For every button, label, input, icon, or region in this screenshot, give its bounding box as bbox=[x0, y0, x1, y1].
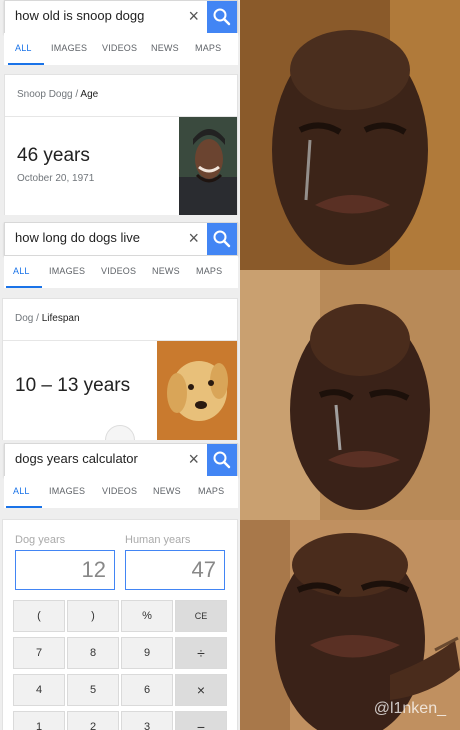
clear-icon[interactable]: × bbox=[188, 228, 199, 248]
search-panels-column: how old is snoop dogg × ALL IMAGES VIDEO… bbox=[0, 0, 240, 730]
dog-years-field[interactable]: 12 bbox=[15, 550, 115, 590]
search-button[interactable] bbox=[207, 223, 237, 255]
breadcrumb-subject[interactable]: Snoop Dogg bbox=[17, 89, 73, 100]
search-button[interactable] bbox=[207, 1, 237, 33]
tab-images[interactable]: IMAGES bbox=[49, 266, 85, 276]
key-7[interactable]: 7 bbox=[13, 637, 65, 669]
tab-news[interactable]: NEWS bbox=[151, 43, 179, 53]
key-3[interactable]: 3 bbox=[121, 711, 173, 730]
key-percent[interactable]: % bbox=[121, 600, 173, 632]
tab-maps[interactable]: MAPS bbox=[196, 266, 222, 276]
crying-man-photo-1 bbox=[240, 0, 460, 270]
clear-icon[interactable]: × bbox=[188, 6, 199, 26]
reaction-photos-column: @l1nken_ bbox=[240, 0, 460, 730]
search-input[interactable]: how long do dogs live bbox=[15, 230, 140, 245]
watermark: @l1nken_ bbox=[373, 700, 446, 717]
dog-years-label: Dog years bbox=[15, 534, 66, 546]
key-multiply[interactable]: × bbox=[175, 674, 227, 706]
key-clear-entry[interactable]: CE bbox=[175, 600, 227, 632]
key-9[interactable]: 9 bbox=[121, 637, 173, 669]
tab-images[interactable]: IMAGES bbox=[51, 43, 87, 53]
tab-all[interactable]: ALL bbox=[13, 486, 30, 496]
answer-value: 46 years bbox=[17, 145, 90, 166]
result-tabs: ALL IMAGES VIDEOS NEWS MAPS bbox=[4, 256, 238, 288]
breadcrumb: Dog / Lifespan bbox=[15, 313, 80, 324]
key-2[interactable]: 2 bbox=[67, 711, 119, 730]
tab-news[interactable]: NEWS bbox=[153, 486, 181, 496]
golden-retriever-photo[interactable] bbox=[157, 341, 237, 440]
search-button[interactable] bbox=[207, 444, 237, 476]
breadcrumb: Snoop Dogg / Age bbox=[17, 89, 99, 100]
human-years-field[interactable]: 47 bbox=[125, 550, 225, 590]
breadcrumb-attribute: Age bbox=[80, 89, 99, 100]
search-icon bbox=[213, 8, 231, 26]
crying-man-photo-3 bbox=[240, 520, 460, 730]
dog-years-value: 12 bbox=[81, 557, 106, 582]
answer-card: Dog / Lifespan 10 – 13 years bbox=[2, 298, 238, 440]
active-tab-indicator bbox=[6, 286, 42, 288]
panel-dog-years-calculator: dogs years calculator × ALL IMAGES VIDEO… bbox=[0, 443, 240, 730]
key-close-paren[interactable]: ) bbox=[67, 600, 119, 632]
tab-maps[interactable]: MAPS bbox=[195, 43, 221, 53]
crying-man-photo-2 bbox=[240, 270, 460, 520]
tab-all[interactable]: ALL bbox=[13, 266, 30, 276]
key-1[interactable]: 1 bbox=[13, 711, 65, 730]
search-bar[interactable]: how old is snoop dogg × bbox=[4, 0, 238, 34]
key-6[interactable]: 6 bbox=[121, 674, 173, 706]
panel-snoop-age: how old is snoop dogg × ALL IMAGES VIDEO… bbox=[0, 0, 240, 215]
search-icon bbox=[213, 451, 231, 469]
tab-maps[interactable]: MAPS bbox=[198, 486, 224, 496]
answer-subvalue: October 20, 1971 bbox=[17, 173, 95, 184]
key-4[interactable]: 4 bbox=[13, 674, 65, 706]
active-tab-indicator bbox=[6, 506, 42, 508]
tab-videos[interactable]: VIDEOS bbox=[102, 43, 137, 53]
search-bar[interactable]: how long do dogs live × bbox=[4, 222, 238, 256]
breadcrumb-attribute: Lifespan bbox=[41, 313, 80, 324]
result-tabs: ALL IMAGES VIDEOS NEWS MAPS bbox=[4, 33, 238, 65]
key-subtract[interactable]: − bbox=[175, 711, 227, 730]
search-icon bbox=[213, 230, 231, 248]
search-input[interactable]: dogs years calculator bbox=[15, 451, 138, 466]
clear-icon[interactable]: × bbox=[188, 449, 199, 469]
active-tab-indicator bbox=[8, 63, 44, 65]
tab-videos[interactable]: VIDEOS bbox=[102, 486, 137, 496]
search-bar[interactable]: dogs years calculator × bbox=[4, 443, 238, 477]
tab-all[interactable]: ALL bbox=[15, 43, 32, 53]
human-years-label: Human years bbox=[125, 534, 191, 546]
calculator-card: Dog years Human years 12 47 ( ) % CE 7 8… bbox=[2, 519, 238, 730]
key-8[interactable]: 8 bbox=[67, 637, 119, 669]
tab-images[interactable]: IMAGES bbox=[49, 486, 85, 496]
expand-button[interactable] bbox=[105, 425, 135, 440]
tab-videos[interactable]: VIDEOS bbox=[101, 266, 136, 276]
result-tabs: ALL IMAGES VIDEOS NEWS MAPS bbox=[4, 476, 238, 508]
snoop-dogg-photo[interactable] bbox=[179, 117, 237, 215]
panel-dog-lifespan: how long do dogs live × ALL IMAGES VIDEO… bbox=[0, 222, 240, 440]
answer-card: Snoop Dogg / Age 46 years October 20, 19… bbox=[4, 74, 238, 215]
key-divide[interactable]: ÷ bbox=[175, 637, 227, 669]
key-open-paren[interactable]: ( bbox=[13, 600, 65, 632]
human-years-value: 47 bbox=[191, 557, 216, 582]
tab-news[interactable]: NEWS bbox=[152, 266, 180, 276]
answer-value: 10 – 13 years bbox=[15, 375, 131, 396]
breadcrumb-subject[interactable]: Dog bbox=[15, 313, 33, 324]
search-input[interactable]: how old is snoop dogg bbox=[15, 8, 144, 23]
key-5[interactable]: 5 bbox=[67, 674, 119, 706]
